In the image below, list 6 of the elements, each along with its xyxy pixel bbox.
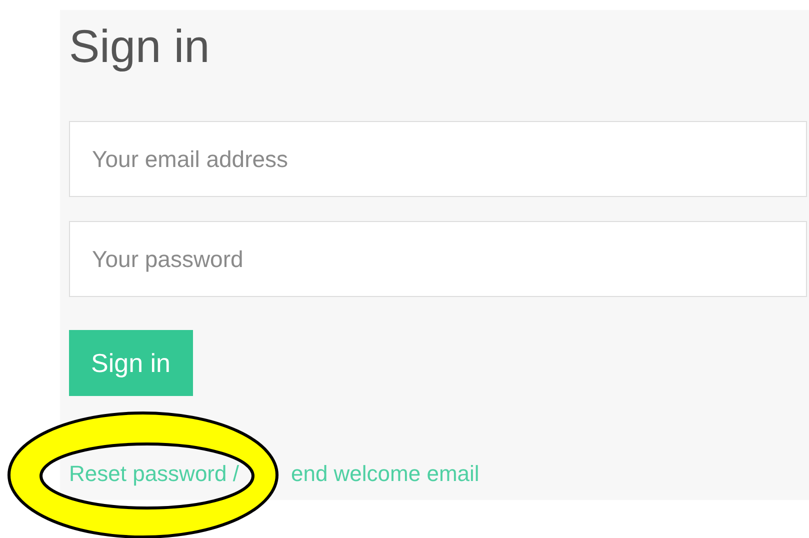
- page-title: Sign in: [69, 19, 211, 74]
- link[interactable]: end welcome email: [290, 461, 480, 487]
- link[interactable]: Reset password /: [69, 461, 239, 487]
- sign-in-button[interactable]: Sign in: [69, 330, 192, 396]
- input-field[interactable]: Your email address: [69, 121, 807, 197]
- input-field[interactable]: Your password: [69, 221, 807, 297]
